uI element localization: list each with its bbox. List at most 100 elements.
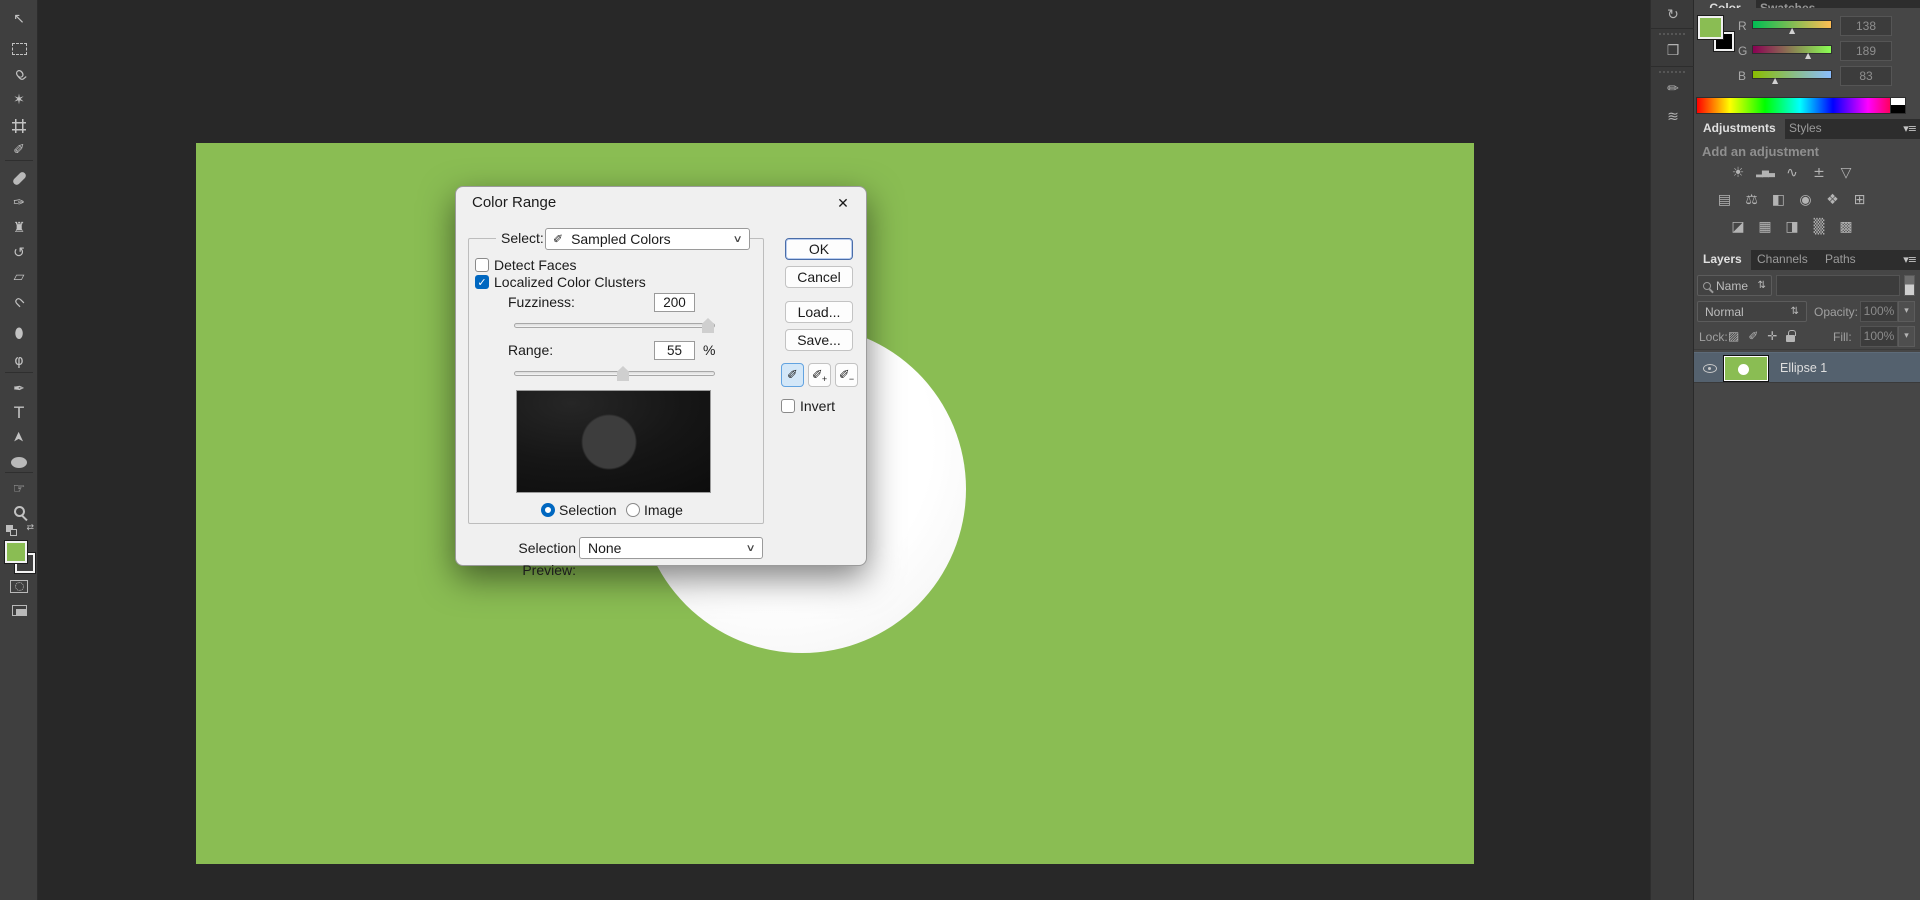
filter-type-dropdown[interactable]: Name ⇅: [1697, 275, 1772, 296]
save-button[interactable]: Save...: [785, 329, 853, 351]
blue-slider-thumb[interactable]: ▲: [1772, 76, 1778, 85]
photo-filter-icon[interactable]: ◉: [1796, 191, 1816, 209]
invert-checkbox[interactable]: [781, 399, 795, 413]
gradient-map-icon[interactable]: ▒: [1809, 218, 1829, 236]
posterize-icon[interactable]: ▦: [1755, 218, 1775, 236]
range-value-field[interactable]: 55: [654, 341, 695, 360]
close-icon[interactable]: ✕: [830, 193, 856, 215]
select-dropdown[interactable]: ✐ Sampled Colors ∨: [545, 228, 750, 250]
subtract-from-sample-eyedropper-button[interactable]: ✐ −: [835, 363, 858, 387]
add-to-sample-eyedropper-button[interactable]: ✐ +: [808, 363, 831, 387]
opacity-dropdown-button[interactable]: ▾: [1898, 301, 1915, 322]
red-channel-label: R: [1738, 19, 1747, 33]
tab-styles[interactable]: Styles: [1780, 119, 1831, 139]
vibrance-icon[interactable]: ▽: [1836, 164, 1856, 182]
sample-eyedropper-button[interactable]: ✐: [781, 363, 804, 387]
ellipse-tool[interactable]: [0, 451, 38, 473]
paint-bucket-tool[interactable]: ∪: [0, 291, 38, 313]
panel-menu-icon[interactable]: ▾≡: [1903, 253, 1917, 266]
panel-foreground-swatch[interactable]: [1697, 15, 1724, 40]
fill-value[interactable]: 100%: [1860, 326, 1898, 347]
blue-channel-value[interactable]: 83: [1840, 66, 1892, 86]
swap-colors-button[interactable]: ⇄: [4, 523, 34, 537]
layer-thumbnail[interactable]: [1723, 355, 1769, 382]
brush-panel-button[interactable]: ✏: [1651, 76, 1695, 102]
quick-mask-button[interactable]: [0, 575, 38, 597]
tab-paths[interactable]: Paths: [1816, 250, 1865, 270]
load-button[interactable]: Load...: [785, 301, 853, 323]
color-balance-icon[interactable]: ⚖: [1742, 191, 1762, 209]
red-slider-thumb[interactable]: ▲: [1789, 26, 1795, 35]
detect-faces-checkbox[interactable]: [475, 258, 489, 272]
lock-all-icon[interactable]: [1786, 330, 1796, 342]
green-channel-slider[interactable]: [1752, 45, 1832, 54]
tab-adjustments[interactable]: Adjustments: [1694, 119, 1785, 139]
channel-mixer-icon[interactable]: ❖: [1823, 191, 1843, 209]
curves-icon[interactable]: ∿: [1782, 164, 1802, 182]
lock-position-icon[interactable]: ✛: [1767, 329, 1777, 343]
tab-layers[interactable]: Layers: [1694, 250, 1751, 270]
marquee-tool[interactable]: [0, 38, 38, 60]
healing-brush-tool[interactable]: [0, 167, 38, 189]
crop-tool[interactable]: [0, 115, 38, 137]
ok-button[interactable]: OK: [785, 238, 853, 260]
history-brush-tool[interactable]: ↺: [0, 242, 38, 264]
red-channel-value[interactable]: 138: [1840, 16, 1892, 36]
invert-adjustment-icon[interactable]: ◪: [1728, 218, 1748, 236]
type-tool[interactable]: T: [0, 402, 38, 424]
black-white-icon[interactable]: ◧: [1769, 191, 1789, 209]
layer-filter-toggle[interactable]: [1904, 275, 1915, 296]
history-panel-button[interactable]: ↻: [1651, 2, 1695, 28]
image-radio[interactable]: [626, 503, 640, 517]
foreground-color-swatch[interactable]: [4, 540, 28, 564]
path-select-tool[interactable]: ➤: [0, 426, 38, 448]
selective-color-icon[interactable]: ▩: [1836, 218, 1856, 236]
blend-mode-dropdown[interactable]: Normal ⇅: [1697, 301, 1807, 322]
brush-presets-panel-button[interactable]: ≋: [1651, 104, 1695, 130]
lock-transparency-icon[interactable]: ▨: [1728, 329, 1739, 343]
exposure-icon[interactable]: ±: [1809, 164, 1829, 182]
hue-saturation-icon[interactable]: ▤: [1715, 191, 1735, 209]
lasso-tool[interactable]: ϱ: [0, 63, 38, 85]
opacity-value[interactable]: 100%: [1860, 301, 1898, 322]
color-spectrum-ramp[interactable]: [1696, 97, 1904, 114]
selection-preview-dropdown[interactable]: None ∨: [579, 537, 763, 559]
pen-tool[interactable]: ✒: [0, 378, 38, 400]
cancel-button[interactable]: Cancel: [785, 266, 853, 288]
fill-dropdown-button[interactable]: ▾: [1898, 326, 1915, 347]
green-channel-value[interactable]: 189: [1840, 41, 1892, 61]
fuzziness-value-field[interactable]: 200: [654, 293, 695, 312]
layer-visibility-eye-icon[interactable]: [1703, 364, 1717, 373]
clone-stamp-tool[interactable]: ♜: [0, 217, 38, 239]
eyedropper-tool[interactable]: ✐: [0, 139, 38, 161]
eraser-tool[interactable]: ▱: [0, 266, 38, 288]
tab-swatches[interactable]: Swatches: [1760, 2, 1815, 8]
lock-paint-icon[interactable]: ✐: [1748, 329, 1758, 343]
move-tool[interactable]: ↖: [0, 8, 38, 30]
tab-channels[interactable]: Channels: [1748, 250, 1817, 270]
layer-row-ellipse-1[interactable]: Ellipse 1: [1694, 352, 1920, 383]
levels-icon[interactable]: ▂▅▃: [1755, 164, 1775, 182]
screen-mode-button[interactable]: [0, 599, 38, 621]
layer-name[interactable]: Ellipse 1: [1780, 361, 1827, 375]
blur-tool[interactable]: ⬮: [0, 323, 38, 345]
spectrum-end-swatches[interactable]: [1890, 97, 1906, 114]
range-slider[interactable]: [514, 371, 715, 376]
dodge-tool[interactable]: φ: [0, 350, 38, 372]
filter-search-field[interactable]: [1776, 275, 1900, 296]
zoom-tool[interactable]: [0, 500, 38, 522]
fuzziness-slider[interactable]: [514, 323, 715, 328]
brightness-contrast-icon[interactable]: ☀: [1728, 164, 1748, 182]
hand-tool[interactable]: ☞: [0, 478, 38, 500]
threshold-icon[interactable]: ◨: [1782, 218, 1802, 236]
blue-channel-slider[interactable]: [1752, 70, 1832, 79]
panel-menu-icon[interactable]: ▾≡: [1903, 122, 1917, 135]
tab-color[interactable]: Color: [1694, 0, 1756, 8]
localized-color-clusters-checkbox[interactable]: ✓: [475, 275, 489, 289]
3d-panel-button[interactable]: ❒: [1651, 38, 1695, 64]
color-lookup-icon[interactable]: ⊞: [1850, 191, 1870, 209]
brush-tool[interactable]: ✑: [0, 192, 38, 214]
selection-radio[interactable]: [541, 503, 555, 517]
magic-wand-tool[interactable]: ✶: [0, 89, 38, 111]
green-slider-thumb[interactable]: ▲: [1805, 51, 1811, 60]
